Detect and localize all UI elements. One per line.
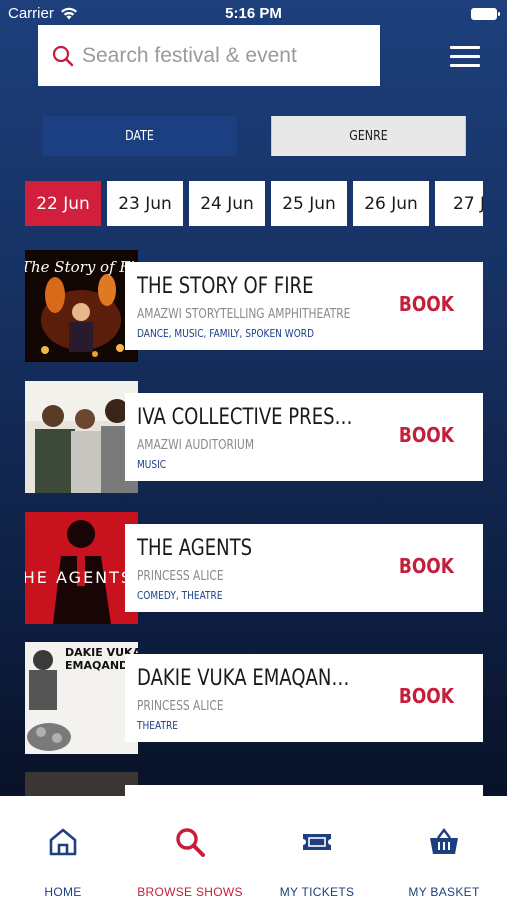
event-card[interactable]: IVA COLLECTIVE PRESENTS: TU... AMAZWI AU… <box>125 393 483 481</box>
search-icon <box>176 828 205 857</box>
tab-my-tickets[interactable]: MY TICKETS <box>254 796 380 900</box>
event-tags: COMEDY, THEATRE <box>137 589 223 602</box>
event-card[interactable]: DAKIE VUKA EMAQANDENI PRINCESS ALICE THE… <box>125 654 483 742</box>
thumbnail-title: THE AGENTS <box>25 568 134 587</box>
event-title: THE STORY OF FIRE <box>137 274 314 299</box>
event-thumbnail <box>25 381 138 493</box>
event-card[interactable]: THE AGENTS PRINCESS ALICE COMEDY, THEATR… <box>125 524 483 612</box>
date-chip-24-jun[interactable]: 24 Jun <box>189 181 265 226</box>
event-title: THE AGENTS <box>137 536 253 561</box>
event-item[interactable]: The Story of Fire THE STORY OF FIRE AMAZ… <box>25 250 483 362</box>
date-chip-22-jun[interactable]: 22 Jun <box>25 181 101 226</box>
tab-label: HOME <box>44 885 82 899</box>
tab-browse-shows[interactable]: BROWSE SHOWS <box>127 796 253 900</box>
event-item[interactable]: THE AGENTS THE AGENTS PRINCESS ALICE COM… <box>25 512 483 624</box>
event-venue: PRINCESS ALICE <box>137 699 224 714</box>
tab-label: BROWSE SHOWS <box>137 885 243 899</box>
date-chip-25-jun[interactable]: 25 Jun <box>271 181 347 226</box>
event-venue: AMAZWI AUDITORIUM <box>137 438 255 453</box>
event-title: DAKIE VUKA EMAQANDENI <box>137 666 359 691</box>
thumbnail-title: The Story of Fire <box>25 258 138 276</box>
book-button[interactable]: BOOK <box>399 423 454 447</box>
bottom-tab-bar: HOME BROWSE SHOWS MY TICKETS MY BASKET <box>0 796 507 900</box>
event-thumbnail: THE AGENTS <box>25 512 138 624</box>
filter-segment: DATE GENRE <box>25 116 483 156</box>
event-title: IVA COLLECTIVE PRESENTS: TU... <box>137 405 359 430</box>
date-chip-23-jun[interactable]: 23 Jun <box>107 181 183 226</box>
clock: 5:16 PM <box>225 5 282 22</box>
event-thumbnail: The Story of Fire <box>25 250 138 362</box>
event-venue: AMAZWI STORYTELLING AMPHITHEATRE <box>137 307 351 322</box>
tab-date[interactable]: DATE <box>42 116 237 156</box>
event-tags: THEATRE <box>137 719 178 732</box>
tab-my-basket[interactable]: MY BASKET <box>381 796 507 900</box>
search-bar[interactable] <box>38 25 380 86</box>
book-button[interactable]: BOOK <box>399 554 454 578</box>
tab-home[interactable]: HOME <box>0 796 126 900</box>
event-item[interactable]: IVA COLLECTIVE PRESENTS: TU... AMAZWI AU… <box>25 381 483 493</box>
search-icon <box>52 45 74 66</box>
home-icon <box>49 828 77 856</box>
event-item-partial[interactable] <box>25 772 483 796</box>
tab-label: MY BASKET <box>408 885 480 899</box>
event-tags: MUSIC <box>137 458 167 471</box>
event-item[interactable]: DAKIE VUKA EMAQANDENI DAKIE VUKA EMAQAND… <box>25 642 483 754</box>
event-thumbnail: DAKIE VUKA EMAQANDENI <box>25 642 138 754</box>
battery-icon <box>471 8 500 20</box>
basket-icon <box>430 828 458 854</box>
tab-genre[interactable]: GENRE <box>271 116 466 156</box>
ticket-icon <box>303 834 331 850</box>
event-tags: DANCE, MUSIC, FAMILY, SPOKEN WORD <box>137 327 315 340</box>
date-chip-26-jun[interactable]: 26 Jun <box>353 181 429 226</box>
date-selector: 22 Jun 23 Jun 24 Jun 25 Jun 26 Jun 27 Ju… <box>25 181 483 226</box>
event-card <box>125 785 483 796</box>
event-thumbnail <box>25 772 138 796</box>
book-button[interactable]: BOOK <box>399 292 454 316</box>
event-venue: PRINCESS ALICE <box>137 569 224 584</box>
date-chip-27-jun[interactable]: 27 Jun <box>435 181 483 226</box>
tab-label: MY TICKETS <box>279 885 355 899</box>
status-bar: Carrier 5:16 PM <box>0 0 507 28</box>
event-card[interactable]: THE STORY OF FIRE AMAZWI STORYTELLING AM… <box>125 262 483 350</box>
book-button[interactable]: BOOK <box>399 684 454 708</box>
hamburger-menu-icon[interactable] <box>450 46 480 68</box>
search-input[interactable] <box>82 43 362 68</box>
